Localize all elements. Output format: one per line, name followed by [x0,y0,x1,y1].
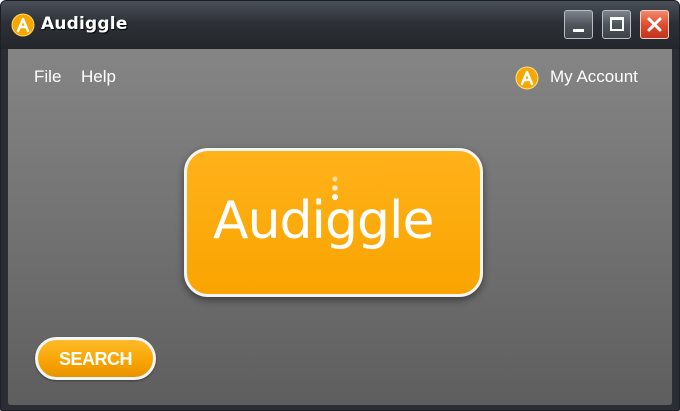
audiggle-logo-icon [11,13,35,37]
minimize-button[interactable] [564,10,593,39]
minimize-icon [573,29,584,32]
menu-file[interactable]: File [34,67,61,87]
maximize-button[interactable] [602,10,631,39]
close-button[interactable] [640,10,669,39]
app-window: Audiggle File Help My Account Audiggle S… [0,0,680,411]
logo-wordmark: Audiggle [213,191,434,251]
search-button[interactable]: SEARCH [35,337,156,380]
menu-help[interactable]: Help [81,67,116,87]
maximize-icon [610,17,624,31]
audiggle-logo: Audiggle [184,148,483,297]
close-icon [647,17,662,32]
window-title: Audiggle [41,14,128,34]
main-panel: File Help My Account Audiggle SEARCH [8,49,672,405]
my-account-label: My Account [550,67,638,86]
account-icon [515,66,539,90]
title-bar[interactable]: Audiggle [1,1,679,49]
search-button-label: SEARCH [58,349,133,369]
